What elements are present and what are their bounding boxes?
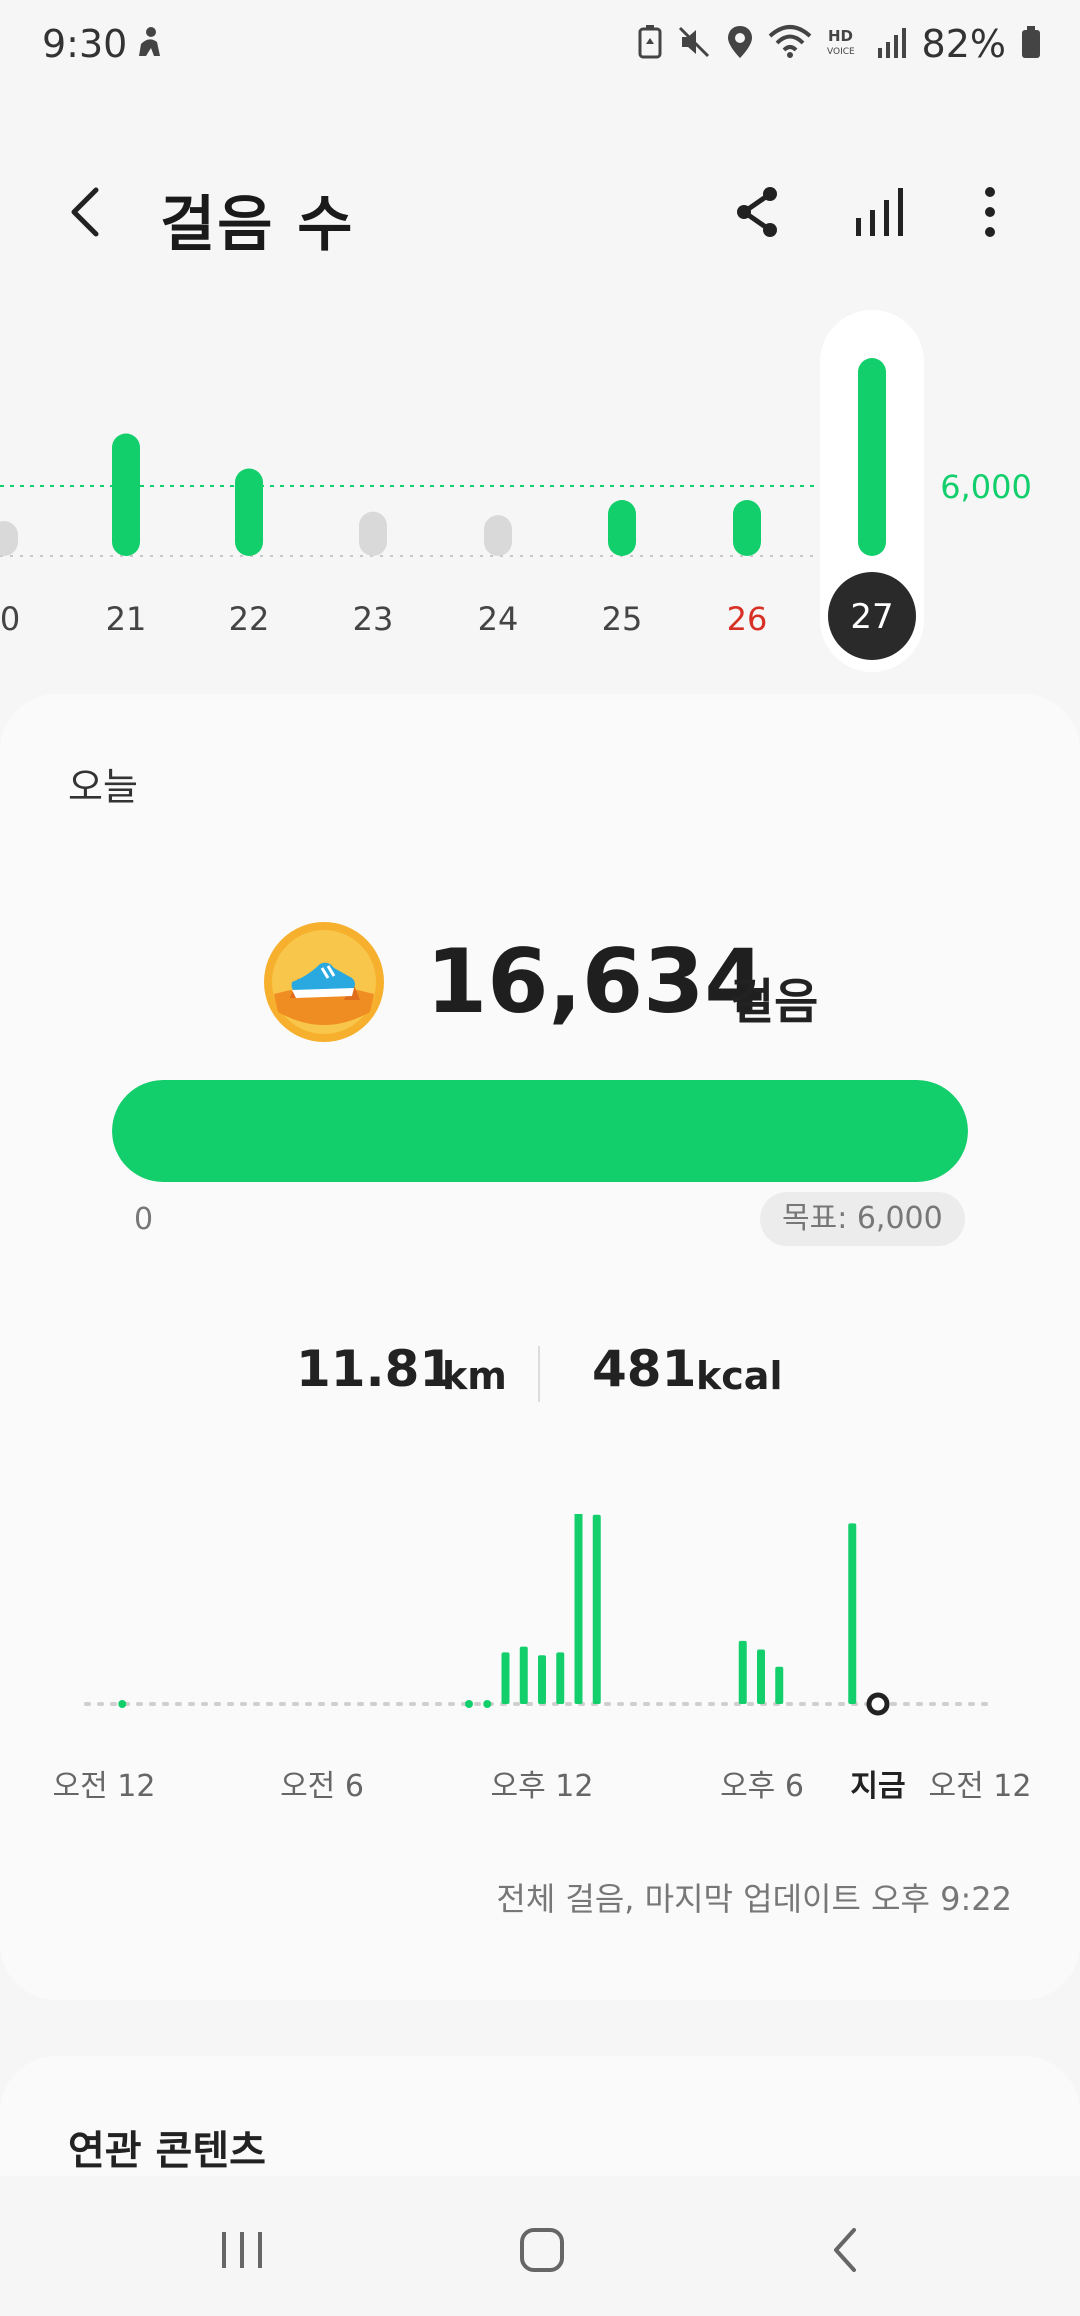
- today-card: 오늘 16,634 걸음 0 목표: 6,000 11.81 km 481 kc…: [0, 694, 1080, 2000]
- hourly-bar: [738, 1640, 747, 1704]
- week-bar[interactable]: [112, 433, 140, 557]
- more-icon: [985, 187, 995, 237]
- day-label[interactable]: 21: [106, 600, 147, 638]
- distance-unit: km: [442, 1354, 507, 1398]
- mute-icon: [676, 24, 712, 64]
- axis-label-now: 지금: [850, 1769, 905, 1804]
- axis-label-noon: 오후 12: [491, 1769, 594, 1804]
- navigation-bar: [0, 2180, 1080, 2316]
- share-icon: [737, 187, 777, 237]
- week-bar[interactable]: [359, 511, 387, 556]
- day-label[interactable]: 23: [353, 600, 394, 638]
- day-label[interactable]: 26: [727, 600, 768, 638]
- svg-text:HD: HD: [828, 27, 853, 45]
- battery-icon: [1020, 24, 1042, 64]
- hourly-bar: [519, 1646, 528, 1704]
- steps-progress-fill: [112, 1080, 968, 1182]
- distance-value: 11.81: [296, 1340, 455, 1398]
- week-bar[interactable]: [235, 468, 263, 557]
- recents-icon: [222, 2232, 262, 2268]
- week-bar[interactable]: [0, 521, 18, 556]
- steps-progress-bar: [112, 1080, 968, 1182]
- battery-percent: 82%: [921, 22, 1006, 66]
- goal-value-label: 6,000: [940, 468, 1032, 506]
- week-bar[interactable]: [608, 500, 636, 556]
- wifi-icon: [768, 24, 812, 64]
- hourly-bar: [574, 1514, 583, 1704]
- signal-icon: [876, 24, 908, 64]
- week-bar[interactable]: [484, 515, 512, 556]
- share-button[interactable]: [726, 180, 790, 244]
- calories-unit: kcal: [696, 1354, 783, 1398]
- axis-label-6pm: 오후 6: [720, 1769, 804, 1804]
- person-icon: [136, 26, 162, 66]
- week-steps-chart[interactable]: 27 0 21 22 23 24 25 26 6,000: [0, 300, 1080, 680]
- axis-label-midnight: 오전 12: [53, 1769, 156, 1804]
- day-label[interactable]: 25: [602, 600, 643, 638]
- hourly-bar: [538, 1655, 546, 1704]
- location-icon: [726, 24, 754, 64]
- hourly-bar: [848, 1523, 857, 1704]
- hourly-bar: [501, 1652, 510, 1704]
- chart-icon: [856, 188, 903, 236]
- week-bar[interactable]: [858, 358, 886, 556]
- nav-back-button[interactable]: [806, 2218, 886, 2282]
- home-icon: [520, 2228, 564, 2272]
- today-label: 오늘: [68, 765, 138, 809]
- day-label[interactable]: 22: [229, 600, 270, 638]
- back-button[interactable]: [56, 180, 120, 244]
- app-bar: 걸음 수: [0, 160, 1080, 264]
- steps-medal-icon: [262, 920, 386, 1048]
- svg-text:VOICE: VOICE: [827, 47, 855, 57]
- hourly-bar: [465, 1700, 473, 1708]
- more-button[interactable]: [958, 180, 1022, 244]
- home-button[interactable]: [502, 2218, 582, 2282]
- hourly-bar: [556, 1652, 565, 1704]
- steps-count: 16,634: [426, 930, 766, 1033]
- hourly-bar: [483, 1700, 492, 1708]
- recents-button[interactable]: [202, 2218, 282, 2282]
- hourly-bar: [118, 1700, 127, 1708]
- related-content-card[interactable]: 연관 콘텐츠: [0, 2056, 1080, 2176]
- hourly-bar: [757, 1649, 765, 1704]
- progress-min-label: 0: [134, 1202, 154, 1237]
- selected-day-label[interactable]: 27: [850, 597, 893, 637]
- hourly-bar: [592, 1514, 601, 1704]
- battery-saver-icon: [638, 24, 662, 64]
- hd-voice-icon: HD VOICE: [826, 24, 862, 64]
- stats-divider: [538, 1346, 540, 1402]
- related-content-title: 연관 콘텐츠: [68, 2128, 266, 2174]
- hourly-steps-chart[interactable]: 오전 12 오전 6 오후 12 오후 6 지금 오전 12: [0, 1514, 1080, 1814]
- axis-label-6am: 오전 6: [280, 1769, 364, 1804]
- back-icon: [71, 187, 99, 237]
- day-label[interactable]: 0: [0, 600, 20, 638]
- page-title: 걸음 수: [160, 190, 355, 260]
- status-bar: 9:30 HD VOICE 82%: [0, 0, 1080, 96]
- chart-button[interactable]: [848, 180, 912, 244]
- goal-badge[interactable]: 목표: 6,000: [760, 1192, 965, 1246]
- nav-back-icon: [834, 2228, 856, 2272]
- day-label[interactable]: 24: [478, 600, 519, 638]
- steps-unit: 걸음: [730, 974, 819, 1030]
- week-bar[interactable]: [733, 500, 761, 556]
- status-time: 9:30: [42, 22, 128, 66]
- now-marker: [866, 1692, 890, 1716]
- status-icons: HD VOICE 82%: [638, 22, 1042, 66]
- last-updated-text: 전체 걸음, 마지막 업데이트 오후 9:22: [496, 1880, 1012, 1918]
- calories-value: 481: [592, 1340, 697, 1398]
- axis-label-midnight-end: 오전 12: [929, 1769, 1032, 1804]
- hourly-bar: [775, 1666, 784, 1704]
